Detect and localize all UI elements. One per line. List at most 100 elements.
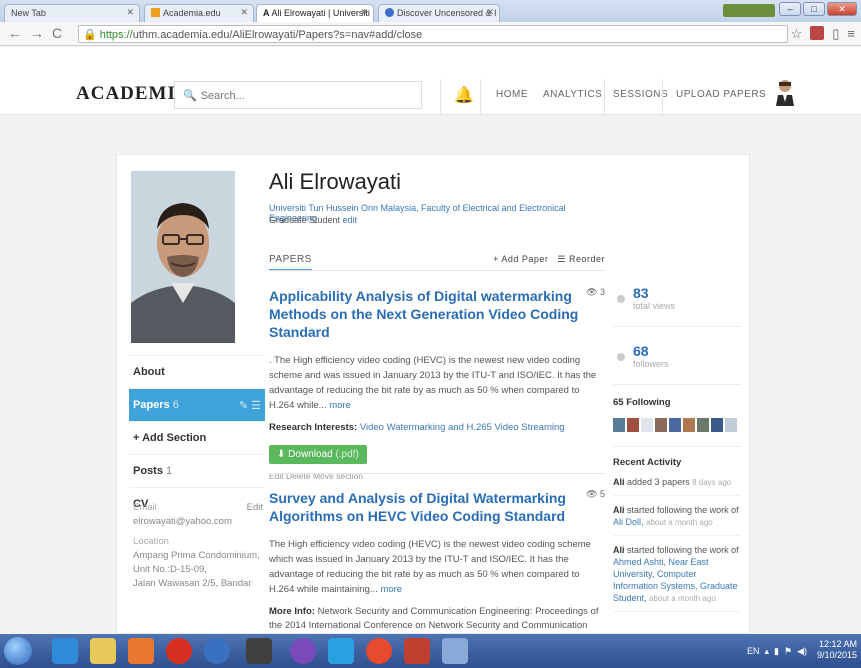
more-info: More Info: Network Security and Communic… <box>269 605 605 633</box>
activity-target-link[interactable]: Ali Doll, <box>613 517 644 527</box>
profile-sidebar: About Papers 6 ✎ ☰ + Add Section Posts 1… <box>129 355 265 520</box>
nav-upload-papers[interactable]: UPLOAD PAPERS <box>676 89 766 100</box>
research-interests-label: Research Interests: <box>269 422 358 433</box>
forward-arrow-icon[interactable]: → <box>30 25 44 41</box>
download-button[interactable]: ⬇ Download (.pdf) <box>269 445 367 464</box>
app-icon[interactable] <box>204 638 230 664</box>
reload-icon[interactable]: C <box>52 25 62 41</box>
tab-label: Discover Uncensored & I <box>397 8 497 18</box>
viber-icon[interactable] <box>290 638 316 664</box>
volume-icon[interactable]: ◀) <box>797 646 807 656</box>
divider <box>604 79 605 115</box>
opera-icon[interactable] <box>166 638 192 664</box>
reorder-button[interactable]: ☰ Reorder <box>557 254 605 264</box>
nav-home[interactable]: HOME <box>496 89 528 100</box>
browser-tab-bar: New Tab ✕ Academia.edu ✕ A Ali Elrowayati… <box>0 0 861 22</box>
nav-analytics[interactable]: ANALYTICS <box>543 89 602 100</box>
pencil-icon[interactable]: ✎ <box>239 400 248 412</box>
views-count: 3 <box>599 287 605 297</box>
views-stat[interactable]: 83 total views <box>613 269 741 327</box>
research-interests-links[interactable]: Video Watermarking and H.265 Video Strea… <box>360 422 565 433</box>
camera-icon[interactable] <box>246 638 272 664</box>
following-avatar[interactable] <box>641 418 653 432</box>
tab-label: Ali Elrowayati | Universiti <box>271 8 370 18</box>
tab-academia[interactable]: Academia.edu ✕ <box>144 4 254 22</box>
download-icon: ⬇ <box>277 449 286 460</box>
search-input[interactable] <box>200 90 401 102</box>
paper-title-link[interactable]: Survey and Analysis of Digital Watermark… <box>269 489 579 525</box>
following-count[interactable]: 65 Following <box>613 397 741 408</box>
activity-user[interactable]: Ali <box>613 477 625 487</box>
search-box[interactable]: 🔍 <box>174 81 422 109</box>
back-arrow-icon[interactable]: ← <box>8 25 22 41</box>
following-avatar[interactable] <box>669 418 681 432</box>
close-icon[interactable]: ✕ <box>126 7 134 18</box>
email-value[interactable]: elrowayati@yahoo.com <box>133 515 263 529</box>
following-avatar[interactable] <box>725 418 737 432</box>
menu-icon[interactable]: ≡ <box>847 26 855 42</box>
url-path: uthm.academia.edu/AliElrowayati/Papers?s… <box>132 29 423 41</box>
email-label: Email <box>133 502 157 513</box>
tab-discover[interactable]: Discover Uncensored & I ✕ <box>378 4 500 22</box>
notification-bell-icon[interactable]: 🔔 <box>454 85 474 105</box>
signal-icon[interactable]: ▮ <box>774 646 779 656</box>
extension-icon[interactable] <box>810 26 825 40</box>
sidebar-item-papers[interactable]: Papers 6 ✎ ☰ <box>129 388 265 421</box>
add-paper-button[interactable]: + Add Paper <box>493 254 548 264</box>
activity-time: about a month ago <box>646 518 713 527</box>
ie-icon[interactable] <box>52 638 78 664</box>
more-info-label: More Info: <box>269 606 315 617</box>
close-icon[interactable]: ✕ <box>240 7 248 18</box>
following-avatar[interactable] <box>627 418 639 432</box>
nav-sessions[interactable]: SESSIONS <box>613 89 668 100</box>
maximize-button[interactable]: □ <box>803 2 825 16</box>
profile-role: Graduate Student edit <box>269 215 357 225</box>
flag-icon[interactable]: ⚑ <box>784 646 792 656</box>
sidebar-item-about[interactable]: About <box>129 355 265 388</box>
powerpoint-icon[interactable] <box>404 638 430 664</box>
start-button[interactable] <box>4 637 32 665</box>
folder-icon[interactable] <box>90 638 116 664</box>
edit-contact-link[interactable]: Edit <box>247 501 263 515</box>
papers-title: PAPERS <box>269 254 312 271</box>
tab-profile[interactable]: A Ali Elrowayati | Universiti ✕ <box>256 4 374 22</box>
sidebar-item-posts[interactable]: Posts 1 <box>129 454 265 487</box>
user-avatar-icon[interactable] <box>775 78 795 106</box>
media-player-icon[interactable] <box>128 638 154 664</box>
sidebar-label: + Add Section <box>133 432 207 444</box>
browser-profile-chip[interactable] <box>723 4 775 17</box>
profile-name: Ali Elrowayati <box>269 169 402 194</box>
site-header: ACADEMIA 🔍 🔔 HOME ANALYTICS SESSIONS UPL… <box>0 47 861 115</box>
close-icon[interactable]: ✕ <box>360 7 368 18</box>
reorder-icon[interactable]: ☰ <box>251 400 261 412</box>
address-bar[interactable]: 🔒 https://uthm.academia.edu/AliElrowayati… <box>78 25 788 43</box>
followers-stat[interactable]: 68 followers <box>613 327 741 385</box>
clock[interactable]: 12:12 AM 9/10/2015 <box>817 639 857 661</box>
profile-photo[interactable] <box>131 171 235 343</box>
following-avatar[interactable] <box>683 418 695 432</box>
add-section-button[interactable]: + Add Section <box>129 421 265 454</box>
paper-item: Survey and Analysis of Digital Watermark… <box>269 489 605 633</box>
minimize-button[interactable]: – <box>779 2 801 16</box>
chevron-up-icon[interactable]: ▴ <box>764 646 769 656</box>
paper-title-link[interactable]: Applicability Analysis of Digital waterm… <box>269 287 579 341</box>
following-avatar[interactable] <box>613 418 625 432</box>
puzzle-icon[interactable]: ▯ <box>832 26 839 42</box>
edit-role-link[interactable]: edit <box>343 215 358 225</box>
more-link[interactable]: more <box>329 400 351 411</box>
language-indicator[interactable]: EN <box>747 646 760 656</box>
tab-new-tab[interactable]: New Tab ✕ <box>4 4 140 22</box>
following-avatar[interactable] <box>655 418 667 432</box>
close-icon[interactable]: ✕ <box>486 7 494 18</box>
activity-user[interactable]: Ali <box>613 505 625 515</box>
following-avatar[interactable] <box>697 418 709 432</box>
close-window-button[interactable]: ✕ <box>827 2 857 16</box>
skype-icon[interactable] <box>328 638 354 664</box>
star-icon[interactable]: ☆ <box>791 26 803 42</box>
activity-user[interactable]: Ali <box>613 545 625 555</box>
chrome-icon[interactable] <box>366 638 392 664</box>
app-icon[interactable] <box>442 638 468 664</box>
paper-views: 👁 5 <box>586 489 605 500</box>
following-avatar[interactable] <box>711 418 723 432</box>
more-link[interactable]: more <box>380 584 402 595</box>
